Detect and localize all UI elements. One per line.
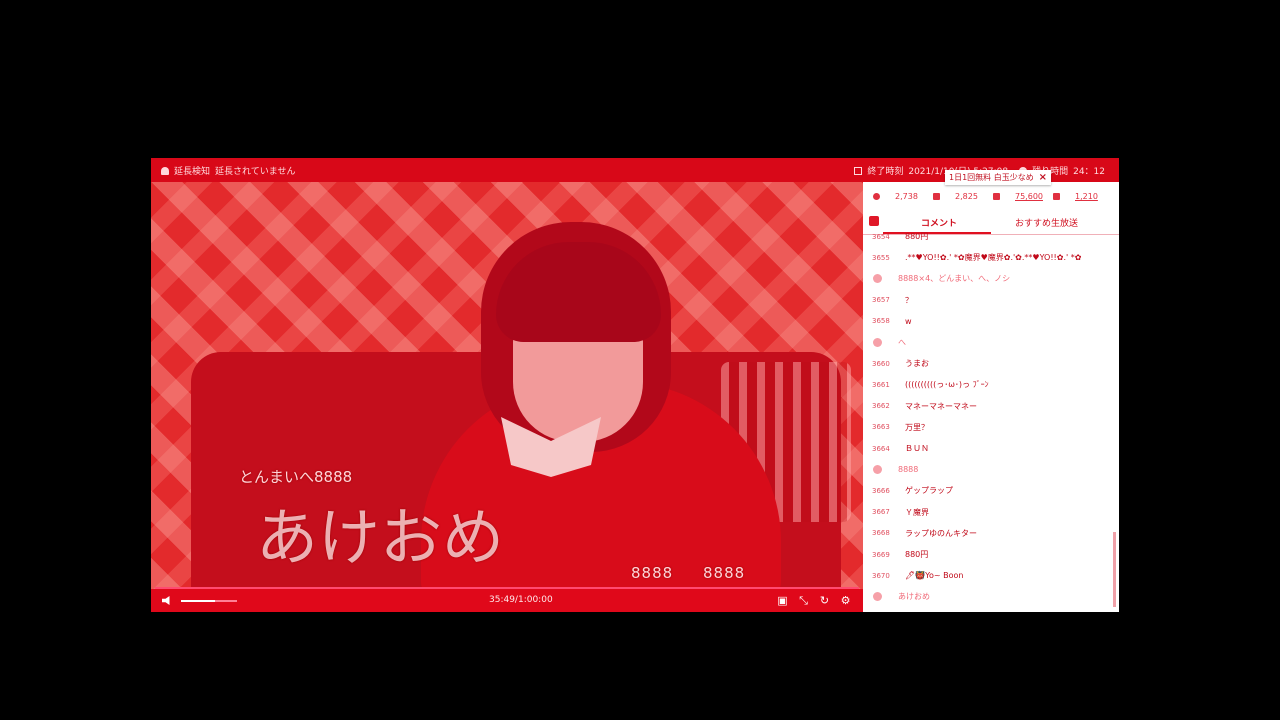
comments-count: 2,825 (955, 192, 978, 201)
comment-text: ゲップラップ (905, 486, 953, 496)
comment-tab-icon (869, 216, 879, 226)
video-area[interactable]: とんまいへ8888 あけおめ 8888 8888 (151, 182, 863, 589)
danmaku-comment: あけおめ (256, 501, 505, 574)
viewers-count: 2,738 (895, 192, 918, 201)
comment-row: へ (863, 332, 1113, 353)
ads-stat[interactable]: 75,600 (993, 192, 1043, 201)
gift-icon (1053, 193, 1060, 200)
danmaku-comment: とんまいへ8888 (239, 468, 353, 486)
close-icon[interactable]: × (1039, 172, 1047, 183)
volume-slider[interactable] (181, 600, 237, 602)
comments-stat: 2,825 (933, 192, 978, 201)
comment-row: 8888×4、どんまい、へ、ノシ (863, 268, 1113, 289)
extension-info: 延長検知 延長されていません (161, 164, 295, 177)
comment-text: ((((((((((っ･ω･)っ ﾌﾞｰﾝ (905, 380, 989, 390)
comment-number: 3657 (872, 296, 890, 305)
comment-row: 3666 ゲップラップ (863, 480, 1113, 501)
system-comment-icon (873, 338, 882, 347)
end-time-label: 終了時刻 (867, 167, 904, 177)
comment-text: ラップゆのんキター (905, 528, 977, 538)
comments-icon (933, 193, 940, 200)
comment-text: 8888×4、どんまい、へ、ノシ (898, 274, 1011, 284)
system-comment-icon (873, 274, 882, 284)
player-controls: 35:49/1:00:00 ▣ ⤡ ↻ ⚙ (151, 589, 863, 612)
comment-row: 3663 万里？ (863, 417, 1113, 438)
comment-row: 3654 880円 (863, 226, 1113, 247)
comment-number: 3658 (872, 317, 890, 326)
comment-row: 8888 (863, 459, 1113, 480)
volume-fill (181, 600, 215, 602)
ads-count[interactable]: 75,600 (1015, 192, 1043, 201)
extension-status: 延長されていません (215, 167, 296, 177)
comment-number: 3661 (872, 380, 890, 389)
comment-row: 3662 マネーマネーマネー (863, 396, 1113, 417)
comment-text: 万里？ (905, 422, 929, 432)
stats-bar: 2,738 2,825 75,600 1,210 (863, 182, 1119, 210)
comment-text: Ｙ魔界 (905, 507, 929, 517)
comment-number: 3668 (872, 529, 890, 538)
ad-icon (993, 193, 1000, 200)
calendar-icon (854, 166, 863, 175)
comment-number: 3667 (872, 508, 890, 517)
comment-number: 3654 (872, 232, 890, 241)
comment-row: 3667 Ｙ魔界 (863, 502, 1113, 523)
comment-text: 🖊👹Yo~ Boon (905, 571, 964, 581)
comment-row: 3661 ((((((((((っ･ω･)っ ﾌﾞｰﾝ (863, 374, 1113, 395)
reload-icon[interactable]: ↻ (819, 595, 830, 606)
playback-time: 35:49/1:00:00 (489, 595, 553, 605)
system-comment-icon (873, 592, 882, 602)
comment-number: 3660 (872, 359, 890, 368)
viewers-icon (873, 193, 880, 200)
comment-row: 3658 w (863, 311, 1113, 332)
comment-row: 3670 🖊👹Yo~ Boon (863, 565, 1113, 586)
comment-text: .**♥YO!!✿.' *✿魔界♥魔界✿.'✿.**♥YO!!✿.' *✿ (905, 253, 1082, 263)
system-comment-icon (873, 465, 882, 475)
settings-icon[interactable]: ⚙ (840, 595, 851, 606)
comment-number: 3663 (872, 423, 890, 432)
comment-row: 3657 ？ (863, 290, 1113, 311)
comment-text: w (905, 316, 912, 326)
comment-sidebar: 2,738 2,825 75,600 1,210 コメント おすすめ生放送 36… (863, 182, 1119, 612)
comment-toggle-icon[interactable]: ▣ (777, 595, 788, 606)
comment-row: 3660 うまお (863, 353, 1113, 374)
comment-row: 3655 .**♥YO!!✿.' *✿魔界♥魔界✿.'✿.**♥YO!!✿.' *… (863, 247, 1113, 268)
gifts-count[interactable]: 1,210 (1075, 192, 1098, 201)
comment-text: 8888 (898, 465, 919, 475)
comment-text: 880円 (905, 232, 929, 241)
comment-row: あけおめ (863, 586, 1113, 607)
toast-text: 1日1回無料 白玉少なめ (949, 173, 1034, 182)
bell-icon (161, 166, 169, 175)
comment-number: 3664 (872, 444, 890, 453)
comment-scrollbar[interactable] (1113, 532, 1116, 607)
comment-number: 3670 (872, 571, 890, 580)
comment-list[interactable]: 3654 880円 3655 .**♥YO!!✿.' *✿魔界♥魔界✿.'✿.**♥Y… (863, 232, 1113, 612)
fullscreen-icon[interactable]: ⤡ (798, 595, 809, 606)
notification-toast[interactable]: 1日1回無料 白玉少なめ × (945, 170, 1051, 185)
comment-text: 880円 (905, 550, 929, 559)
comment-text: ＢＵＮ (905, 444, 929, 453)
comment-number: 3662 (872, 402, 890, 411)
comment-text: あけおめ (898, 592, 930, 602)
comment-text: マネーマネーマネー (905, 401, 977, 411)
comment-number: 3669 (872, 550, 890, 559)
player-window: 延長検知 延長されていません 終了時刻 2021/1/10(日) 5:27:08… (151, 158, 1119, 612)
remaining-time: 24：12 (1073, 167, 1105, 177)
comment-row: 3664 ＢＵＮ (863, 438, 1113, 459)
viewers-stat: 2,738 (873, 192, 918, 201)
extension-label: 延長検知 (174, 167, 211, 177)
comment-text: へ (898, 338, 906, 347)
comment-number: 3655 (872, 253, 890, 262)
gifts-stat[interactable]: 1,210 (1053, 192, 1098, 201)
comment-row: 3668 ラップゆのんキター (863, 523, 1113, 544)
comment-row: 3669 880円 (863, 544, 1113, 565)
comment-text: ？ (905, 295, 913, 305)
comment-number: 3666 (872, 486, 890, 495)
danmaku-comment: 8888 (631, 564, 674, 582)
volume-icon[interactable] (162, 596, 170, 605)
comment-text: うまお (905, 359, 929, 369)
danmaku-comment: 8888 (703, 564, 746, 582)
